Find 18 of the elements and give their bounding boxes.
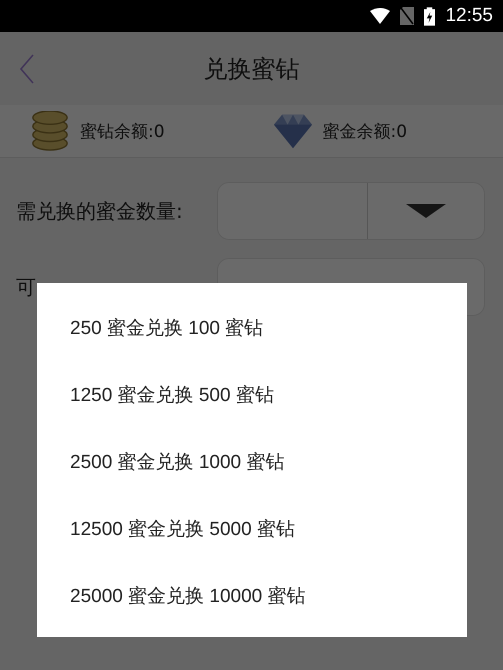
coin-stack-icon [30,111,70,151]
back-icon[interactable] [20,54,34,84]
exchange-option[interactable]: 12500 蜜金兑换 5000 蜜钻 [37,495,467,562]
field-label: 需兑换的蜜金数量: [16,198,183,224]
exchange-option[interactable]: 1250 蜜金兑换 500 蜜钻 [37,361,467,428]
clock-time: 12:55 [445,5,493,27]
battery-charging-icon [424,6,436,26]
balance-label: 蜜金余额:0 [322,120,408,142]
wifi-icon [370,8,390,24]
exchange-option[interactable]: 250 蜜金兑换 100 蜜钻 [37,294,467,361]
exchange-option[interactable]: 25000 蜜金兑换 10000 蜜钻 [37,562,467,629]
no-sim-icon [400,7,414,25]
exchange-option[interactable]: 2500 蜜金兑换 1000 蜜钻 [37,428,467,495]
balance-label: 蜜钻余额:0 [80,120,165,142]
page-title: 兑换蜜钻 [204,54,300,84]
amount-dropdown[interactable] [217,182,485,240]
caret-icon [406,204,446,218]
field-label: 可 [16,274,36,300]
